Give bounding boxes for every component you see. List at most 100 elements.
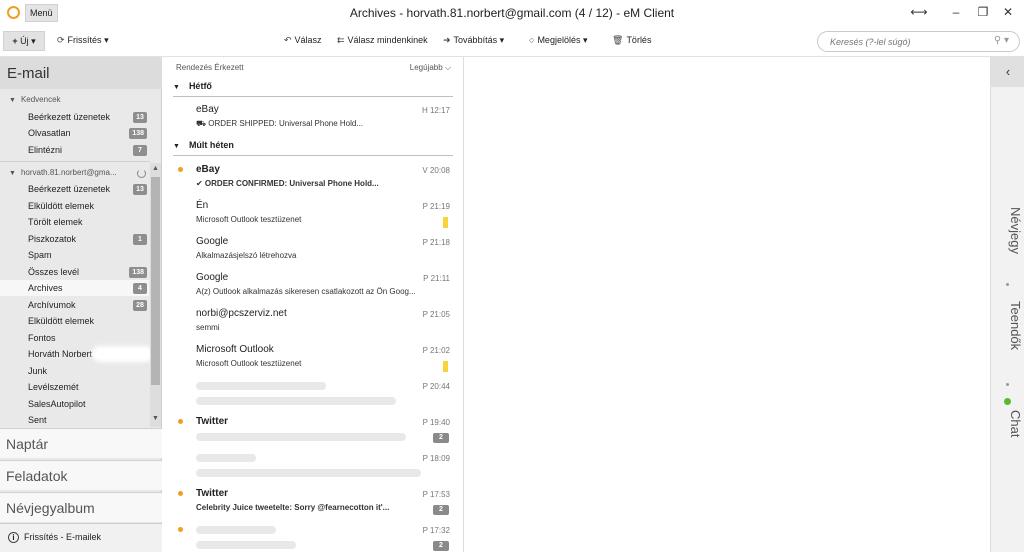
scroll-up-icon[interactable]: ▲ bbox=[150, 165, 161, 172]
delete-label: Törlés bbox=[626, 35, 652, 45]
new-button[interactable]: + Új ▾ bbox=[3, 31, 45, 51]
sidebar-item-spam[interactable]: Spam bbox=[0, 247, 149, 263]
title-bar: Menü Archives - horvath.81.norbert@gmail… bbox=[0, 0, 1024, 26]
sidebar-item-sent-2[interactable]: Elküldött elemek bbox=[0, 313, 149, 329]
folder-label: Összes levél bbox=[28, 267, 80, 277]
section-contacts[interactable]: Névjegyalbum bbox=[0, 492, 162, 522]
message-row[interactable]: P 20:44 bbox=[163, 379, 463, 413]
folder-label: Elintézni bbox=[28, 145, 63, 155]
sidebar-item-archives[interactable]: Archives 4 bbox=[0, 280, 149, 296]
sort-bar[interactable]: Rendezés Érkezett Legújabb ⌵ bbox=[176, 63, 451, 77]
reading-pane[interactable] bbox=[465, 57, 990, 552]
message-subject: ⛟ ORDER SHIPPED: Universal Phone Hold... bbox=[196, 119, 364, 128]
tab-contacts[interactable]: Névjegy bbox=[995, 207, 1023, 254]
message-row[interactable]: P 17:32 2 bbox=[163, 523, 463, 552]
flag-icon[interactable] bbox=[443, 217, 448, 228]
sidebar-item-unread[interactable]: Olvasatlan 138 bbox=[0, 125, 149, 141]
collapse-icon[interactable]: ▼ bbox=[173, 84, 180, 91]
scroll-down-icon[interactable]: ▼ bbox=[150, 415, 161, 422]
search-icon[interactable]: ⚲ ▾ bbox=[994, 35, 1009, 46]
message-row[interactable]: eBay ✔ ORDER CONFIRMED: Universal Phone … bbox=[163, 163, 463, 197]
collapse-icon[interactable]: ▼ bbox=[9, 170, 16, 177]
refresh-button[interactable]: ⟳ Frissítés ▾ bbox=[57, 35, 109, 46]
reply-all-button[interactable]: ⇇ Válasz mindenkinek bbox=[337, 35, 428, 46]
folder-label: Elküldött elemek bbox=[28, 201, 95, 211]
folder-label: Beérkezett üzenetek bbox=[28, 184, 111, 194]
folder-label: Archives bbox=[28, 283, 63, 293]
message-row[interactable]: Google A(z) Outlook alkalmazás sikeresen… bbox=[163, 271, 463, 305]
scrollbar-thumb[interactable] bbox=[151, 177, 160, 385]
sidebar-item-all-mail[interactable]: Összes levél 138 bbox=[0, 264, 149, 280]
account-group[interactable]: ▼ horvath.81.norbert@gma... bbox=[9, 168, 134, 177]
flag-icon[interactable] bbox=[443, 361, 448, 372]
sidebar-item-salesautopilot[interactable]: SalesAutopilot bbox=[0, 396, 149, 412]
chevron-down-icon: ▾ bbox=[104, 35, 109, 45]
sort-label[interactable]: Rendezés Érkezett bbox=[176, 63, 244, 72]
message-row[interactable]: Én Microsoft Outlook tesztüzenet P 21:19 bbox=[163, 199, 463, 233]
search-input[interactable] bbox=[830, 35, 990, 49]
forward-button[interactable]: ➜ Továbbítás ▾ bbox=[443, 35, 504, 46]
resize-icon[interactable]: ⟷ bbox=[909, 3, 929, 21]
group-header[interactable]: ▼ Múlt héten bbox=[173, 140, 453, 156]
folder-label: Sent bbox=[28, 415, 47, 425]
redacted-block bbox=[196, 433, 406, 441]
reply-button[interactable]: ↶ Válasz bbox=[284, 35, 322, 46]
sidebar-item-drafts[interactable]: Piszkozatok 1 bbox=[0, 231, 149, 247]
sort-order[interactable]: Legújabb ⌵ bbox=[410, 63, 451, 73]
maximize-icon[interactable]: ❐ bbox=[973, 3, 993, 21]
close-icon[interactable]: ✕ bbox=[998, 3, 1018, 21]
folder-label: Piszkozatok bbox=[28, 234, 77, 244]
folder-label: SalesAutopilot bbox=[28, 399, 86, 409]
trash-icon: 🗑 bbox=[612, 35, 624, 45]
sidebar-item-todo[interactable]: Elintézni 7 bbox=[0, 142, 149, 158]
message-row[interactable]: Microsoft Outlook Microsoft Outlook tesz… bbox=[163, 343, 463, 377]
sidebar-item-important[interactable]: Fontos bbox=[0, 330, 149, 346]
collapse-icon[interactable]: ▼ bbox=[173, 143, 180, 150]
sidebar-item-sent[interactable]: Elküldött elemek bbox=[0, 198, 149, 214]
mark-button[interactable]: ○ Megjelölés ▾ bbox=[529, 35, 588, 46]
chevron-left-icon[interactable]: ‹ bbox=[991, 57, 1024, 87]
delete-button[interactable]: 🗑 Törlés bbox=[612, 35, 651, 46]
redacted-block bbox=[196, 541, 296, 549]
message-row[interactable]: Twitter Celebrity Juice tweetelte: Sorry… bbox=[163, 487, 463, 521]
minimize-icon[interactable]: – bbox=[946, 3, 966, 21]
unread-dot-icon bbox=[178, 527, 183, 532]
group-header[interactable]: ▼ Hétfő bbox=[173, 81, 453, 97]
count-badge: 1 bbox=[133, 234, 147, 245]
message-subject: Celebrity Juice tweetelte: Sorry @fearne… bbox=[196, 503, 390, 512]
unread-dot-icon bbox=[178, 491, 183, 496]
message-subject: ✔ ORDER CONFIRMED: Universal Phone Hold.… bbox=[196, 179, 379, 188]
message-row[interactable]: eBay ⛟ ORDER SHIPPED: Universal Phone Ho… bbox=[163, 103, 463, 137]
sidebar-item-fav-inbox[interactable]: Beérkezett üzenetek 13 bbox=[0, 109, 149, 125]
folder-label: Fontos bbox=[28, 333, 56, 343]
message-sender: eBay bbox=[196, 164, 220, 175]
folder-label: Spam bbox=[28, 250, 52, 260]
tab-todo[interactable]: Teendők bbox=[995, 301, 1023, 350]
message-row[interactable]: norbi@pcszerviz.net semmi P 21:05 bbox=[163, 307, 463, 341]
message-sender: Microsoft Outlook bbox=[196, 344, 274, 355]
chevron-down-icon: ⌵ bbox=[444, 63, 451, 72]
refresh-label: Frissítés bbox=[67, 35, 102, 45]
thread-count-badge: 2 bbox=[433, 541, 449, 551]
sidebar-item-levelszemet[interactable]: Levélszemét bbox=[0, 379, 149, 395]
message-row[interactable]: Google Alkalmazásjelszó létrehozva P 21:… bbox=[163, 235, 463, 269]
favorites-group[interactable]: ▼ Kedvencek bbox=[9, 95, 61, 104]
folder-label: Junk bbox=[28, 366, 48, 376]
search-box[interactable]: ⚲ ▾ bbox=[817, 31, 1020, 52]
collapse-icon[interactable]: ▼ bbox=[9, 97, 16, 104]
tab-chat[interactable]: Chat bbox=[995, 410, 1023, 437]
section-tasks[interactable]: Feladatok bbox=[0, 460, 162, 490]
section-calendar[interactable]: Naptár bbox=[0, 428, 162, 458]
sidebar-item-inbox[interactable]: Beérkezett üzenetek 13 bbox=[0, 181, 149, 197]
redacted-block bbox=[95, 349, 150, 359]
sidebar-item-deleted[interactable]: Törölt elemek bbox=[0, 214, 149, 230]
count-badge: 7 bbox=[133, 145, 147, 156]
sidebar-item-archivumok[interactable]: Archívumok 28 bbox=[0, 297, 149, 313]
message-row[interactable]: P 18:09 bbox=[163, 451, 463, 485]
sidebar-item-junk[interactable]: Junk bbox=[0, 363, 149, 379]
message-row[interactable]: Twitter P 19:40 2 bbox=[163, 415, 463, 449]
count-badge: 28 bbox=[133, 300, 147, 311]
message-time: P 17:32 bbox=[422, 526, 450, 535]
sidebar-item-sent-3[interactable]: Sent bbox=[0, 412, 149, 428]
message-sender: Twitter bbox=[196, 488, 229, 499]
